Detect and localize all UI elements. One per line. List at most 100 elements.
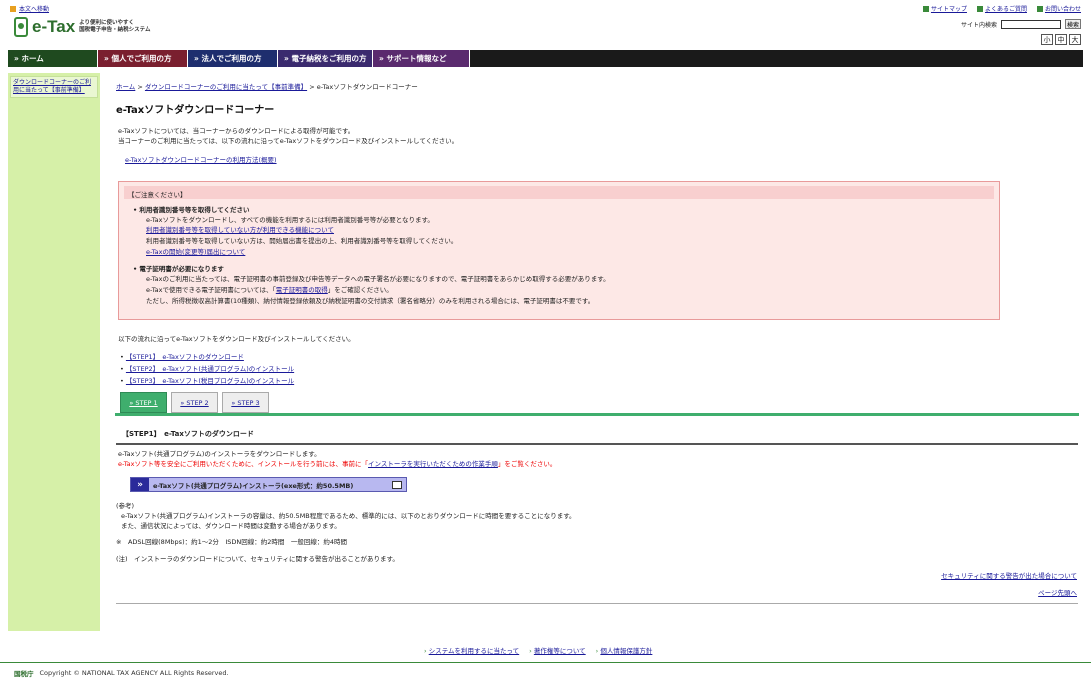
step3-link[interactable]: 【STEP3】 e-Taxソフト(税目プログラム)のインストール — [126, 377, 294, 385]
sitemap-link[interactable]: サイトマップ — [931, 4, 967, 13]
tab-step1[interactable]: » STEP 1 — [120, 392, 167, 413]
double-arrow-icon: » — [131, 478, 149, 491]
font-medium-button[interactable]: 中 — [1055, 34, 1067, 45]
page-top-link[interactable]: ページ先頭へ — [1038, 589, 1077, 597]
skip-link-area: 本文へ移動 — [10, 4, 49, 13]
sidebar: ダウンロードコーナーのご利用に当たって【事前準備】 — [8, 73, 100, 631]
notice-s2-line3: ただし、所得税徴収高計算書(10種類)、納付情報登録依頼及び納税証明書の交付請求… — [146, 297, 595, 305]
tagline-line-1: より便利に使いやすく — [79, 20, 135, 26]
notice-s1-line1: e-Taxソフトをダウンロードし、すべての機能を利用するには利用者識別番号等が必… — [146, 216, 434, 224]
chevron-right-icon: › — [595, 647, 599, 655]
orange-square-icon — [10, 5, 16, 12]
nav-corporate[interactable]: » 法人でご利用の方 — [188, 50, 278, 67]
page-top-link-wrap: ページ先頭へ — [1038, 588, 1077, 598]
notice-section-1-title: • 利用者識別番号等を取得してください — [133, 206, 250, 214]
notice-s2-text-a: e-Taxで使用できる電子証明書については、「 — [146, 286, 276, 294]
search-input[interactable] — [1001, 19, 1061, 29]
footer-link-privacy[interactable]: 個人情報保護方針 — [600, 647, 652, 655]
footer-divider — [0, 662, 1091, 663]
logo-tagline: より便利に使いやすく 国税電子申告・納税システム — [79, 20, 150, 34]
breadcrumb-current: e-Taxソフトダウンロードコーナー — [316, 83, 418, 91]
notice-s1-link2[interactable]: e-Taxの開始(変更等)届出について — [146, 248, 245, 256]
search-label: サイト内検索 — [960, 21, 997, 29]
notice-s2-text-b: 」をご確認ください。 — [327, 286, 393, 294]
step-tabs: » STEP 1 » STEP 2 » STEP 3 — [120, 392, 269, 413]
intro-text-2: 当コーナーのご利用に当たっては、以下の流れに沿ってe-Taxソフトをダウンロード… — [118, 137, 459, 145]
step1-heading: 【STEP1】 e-Taxソフトのダウンロード — [116, 427, 1078, 445]
notice-s1-link1[interactable]: 利用者識別番号等を取得していない方が利用できる機能について — [146, 226, 334, 234]
step1-line2-text-a: e-Taxソフト等を安全にご利用いただくために、インストールを行う前には、事前に… — [118, 460, 369, 468]
tab-step3[interactable]: » STEP 3 — [222, 392, 269, 413]
tab-step3-label[interactable]: » STEP 3 — [231, 399, 259, 407]
etax-mark-icon — [14, 17, 28, 37]
faq-link[interactable]: よくあるご質問 — [985, 4, 1027, 13]
download-button-label: e-Taxソフト(共通プログラム)インストーラ(exe形式：約50.5MB) — [153, 481, 354, 490]
howto-link[interactable]: e-Taxソフトダウンロードコーナーの利用方法(概要) — [125, 156, 277, 164]
list-item: • 【STEP2】 e-Taxソフト(共通プログラム)のインストール — [120, 365, 295, 373]
site-search: サイト内検索 検索 — [961, 19, 1081, 29]
footer-link-copyright[interactable]: 著作権等について — [534, 647, 586, 655]
tab-underline — [115, 413, 1079, 416]
list-item: • 【STEP1】 e-Taxソフトのダウンロード — [120, 353, 244, 361]
breadcrumb-separator: > — [137, 83, 143, 91]
notice-heading: 【ご注意ください】 — [124, 186, 994, 199]
notice-s1-title-text: 利用者識別番号等を取得してください — [139, 206, 250, 214]
search-button[interactable]: 検索 — [1065, 19, 1081, 29]
tab-step2-label[interactable]: » STEP 2 — [180, 399, 208, 407]
chevron-right-icon: › — [424, 647, 427, 655]
reference-line2: また、通信状況によっては、ダウンロード時間は変動する場合があります。 — [121, 522, 341, 530]
green-square-icon — [922, 5, 929, 12]
howto-link-wrap: e-Taxソフトダウンロードコーナーの利用方法(概要) — [125, 155, 277, 165]
cert-link[interactable]: 電子証明書の取得 — [276, 286, 328, 294]
breadcrumb-parent[interactable]: ダウンロードコーナーのご利用に当たって【事前準備】 — [145, 83, 307, 91]
step1-line1: e-Taxソフト(共通プログラム)のインストーラをダウンロードします。 — [118, 450, 321, 458]
download-installer-button[interactable]: » e-Taxソフト(共通プログラム)インストーラ(exe形式：約50.5MB) — [130, 477, 407, 492]
tab-step2[interactable]: » STEP 2 — [171, 392, 218, 413]
tagline-line-2: 国税電子申告・納税システム — [79, 27, 151, 33]
divider — [116, 603, 1078, 604]
notice-box: 【ご注意ください】 • 利用者識別番号等を取得してください e-Taxソフトをダ… — [118, 181, 1000, 320]
tab-step1-label[interactable]: » STEP 1 — [129, 399, 157, 407]
font-large-button[interactable]: 大 — [1069, 34, 1081, 45]
green-square-icon — [976, 5, 983, 12]
copyright: 国税庁 Copyright © NATIONAL TAX AGENCY ALL … — [14, 668, 229, 678]
font-size-controls: 小 中 大 — [1041, 34, 1081, 45]
breadcrumb: ホーム > ダウンロードコーナーのご利用に当たって【事前準備】 > e-Taxソ… — [116, 81, 418, 91]
green-square-icon — [1036, 5, 1043, 12]
logo-text: e-Tax — [32, 17, 76, 36]
reference-title: (参考) — [116, 502, 135, 510]
breadcrumb-separator: > — [309, 83, 315, 91]
contact-link[interactable]: お問い合わせ — [1045, 4, 1081, 13]
nav-individual[interactable]: » 個人でご利用の方 — [98, 50, 188, 67]
step1-line2: e-Taxソフト等を安全にご利用いただくために、インストールを行う前には、事前に… — [118, 459, 556, 469]
step2-link[interactable]: 【STEP2】 e-Taxソフト(共通プログラム)のインストール — [126, 365, 294, 373]
font-small-button[interactable]: 小 — [1041, 34, 1053, 45]
breadcrumb-home[interactable]: ホーム — [116, 83, 135, 91]
skip-to-content-link[interactable]: 本文へ移動 — [19, 4, 49, 13]
notice-s2-title-text: 電子証明書が必要になります — [139, 265, 224, 273]
sidebar-item-preparation: ダウンロードコーナーのご利用に当たって【事前準備】 — [10, 76, 98, 98]
notice-s1-line2: 利用者識別番号等を取得していない方は、開始届出書を提出の上、利用者識別番号等を取… — [146, 237, 458, 245]
nav-home[interactable]: » ホーム — [8, 50, 98, 67]
flow-intro: 以下の流れに沿ってe-Taxソフトをダウンロード及びインストールしてください。 — [118, 335, 355, 343]
nta-logo: 国税庁 — [14, 670, 34, 678]
intro-text-1: e-Taxソフトについては、当コーナーからのダウンロードによる取得が可能です。 — [118, 127, 355, 135]
step-links: • 【STEP1】 e-Taxソフトのダウンロード • 【STEP2】 e-Ta… — [120, 351, 294, 387]
copyright-text: Copyright © NATIONAL TAX AGENCY ALL Righ… — [39, 669, 229, 677]
global-nav: » ホーム » 個人でご利用の方 » 法人でご利用の方 » 電子納税をご利用の方… — [8, 50, 1083, 67]
notice-s2-line1: e-Taxのご利用に当たっては、電子証明書の事前登録及び申告等データへの電子署名… — [146, 275, 610, 283]
top-links: サイトマップ よくあるご質問 お問い合わせ — [922, 4, 1081, 13]
etax-logo[interactable]: e-Tax より便利に使いやすく 国税電子申告・納税システム — [14, 17, 151, 37]
footer-link-system[interactable]: システムを利用するに当たって — [429, 647, 519, 655]
nav-e-payment[interactable]: » 電子納税をご利用の方 — [278, 50, 373, 67]
step1-link[interactable]: 【STEP1】 e-Taxソフトのダウンロード — [126, 353, 244, 361]
window-icon — [392, 480, 402, 489]
sidebar-item-link[interactable]: ダウンロードコーナーのご利用に当たって【事前準備】 — [13, 79, 91, 94]
installer-procedure-link[interactable]: インストーラを実行いただくための作業手順 — [368, 460, 498, 468]
security-note: (注) インストーラのダウンロードについて、セキュリティに関する警告が出ることが… — [116, 555, 399, 563]
nav-support[interactable]: » サポート情報など — [373, 50, 470, 67]
chevron-right-icon: › — [529, 647, 532, 655]
security-warning-link[interactable]: セキュリティに関する警告が出た場合について — [941, 572, 1077, 580]
reference-line1: e-Taxソフト(共通プログラム)インストーラの容量は、約50.5MB程度である… — [121, 512, 576, 520]
notice-s2-line2: e-Taxで使用できる電子証明書については、「電子証明書の取得」をご確認ください… — [146, 285, 393, 295]
